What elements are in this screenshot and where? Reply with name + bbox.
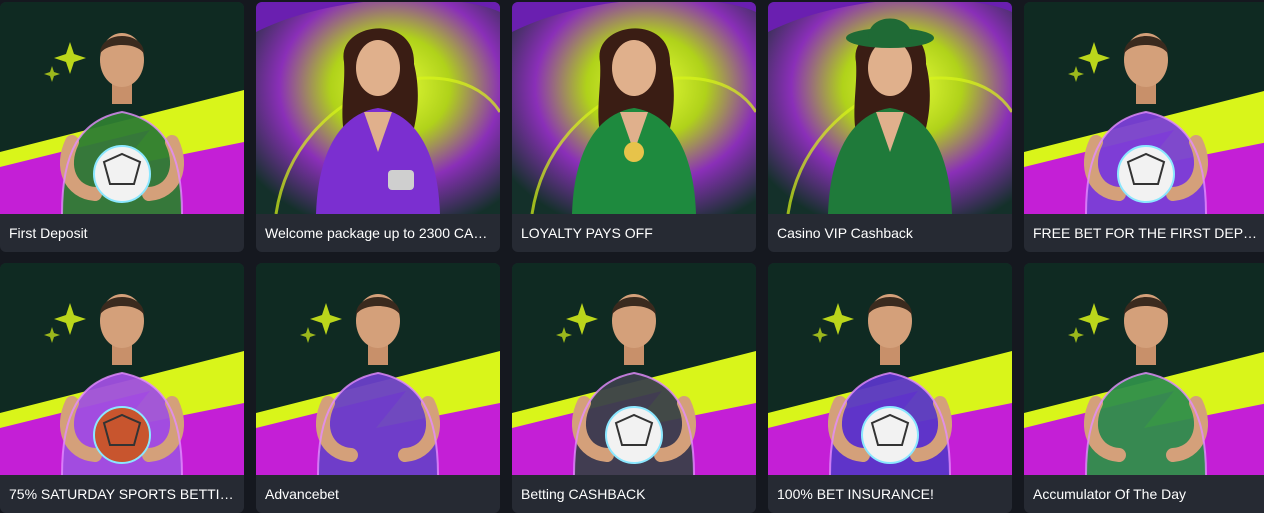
promo-artwork xyxy=(256,263,500,475)
promo-card[interactable]: 75% SATURDAY SPORTS BETTING... xyxy=(0,263,244,513)
promo-image xyxy=(1024,2,1264,214)
promo-card[interactable]: Betting CASHBACK xyxy=(512,263,756,513)
promo-title: Betting CASHBACK xyxy=(521,486,646,502)
promo-artwork xyxy=(1024,2,1264,214)
promo-card[interactable]: Advancebet xyxy=(256,263,500,513)
promo-title: 75% SATURDAY SPORTS BETTING... xyxy=(9,486,244,502)
promo-card[interactable]: Accumulator Of The Day xyxy=(1024,263,1264,513)
promo-title: 100% BET INSURANCE! xyxy=(777,486,934,502)
promo-image xyxy=(0,263,244,475)
promo-card[interactable]: Casino VIP Cashback xyxy=(768,2,1012,252)
promo-card[interactable]: First Deposit xyxy=(0,2,244,252)
promo-card[interactable]: 100% BET INSURANCE! xyxy=(768,263,1012,513)
promo-card[interactable]: LOYALTY PAYS OFF xyxy=(512,2,756,252)
promo-card[interactable]: FREE BET FOR THE FIRST DEPOSIT xyxy=(1024,2,1264,252)
promo-title: Accumulator Of The Day xyxy=(1033,486,1187,502)
promo-title: Welcome package up to 2300 CAD... xyxy=(265,225,496,241)
promo-title: LOYALTY PAYS OFF xyxy=(521,225,653,241)
promotions-grid: First Deposit Welcome package up to 2300 … xyxy=(0,0,1264,513)
promo-artwork xyxy=(0,263,244,475)
promo-title: FREE BET FOR THE FIRST DEPOSIT xyxy=(1033,225,1264,241)
promo-image xyxy=(256,2,500,214)
promo-card[interactable]: Welcome package up to 2300 CAD... xyxy=(256,2,500,252)
promo-image xyxy=(0,2,244,214)
promo-image xyxy=(768,2,1012,214)
promo-artwork xyxy=(512,263,756,475)
promo-title: Advancebet xyxy=(265,486,339,502)
promo-artwork xyxy=(768,2,1012,214)
promo-image xyxy=(256,263,500,475)
promo-title: Casino VIP Cashback xyxy=(777,225,913,241)
promo-artwork xyxy=(512,2,756,214)
promo-title: First Deposit xyxy=(9,225,88,241)
promo-artwork xyxy=(256,2,500,214)
promo-artwork xyxy=(1024,263,1264,475)
promo-image xyxy=(512,2,756,214)
promo-image xyxy=(1024,263,1264,475)
promo-image xyxy=(768,263,1012,475)
promo-artwork xyxy=(0,2,244,214)
promo-artwork xyxy=(768,263,1012,475)
promo-image xyxy=(512,263,756,475)
